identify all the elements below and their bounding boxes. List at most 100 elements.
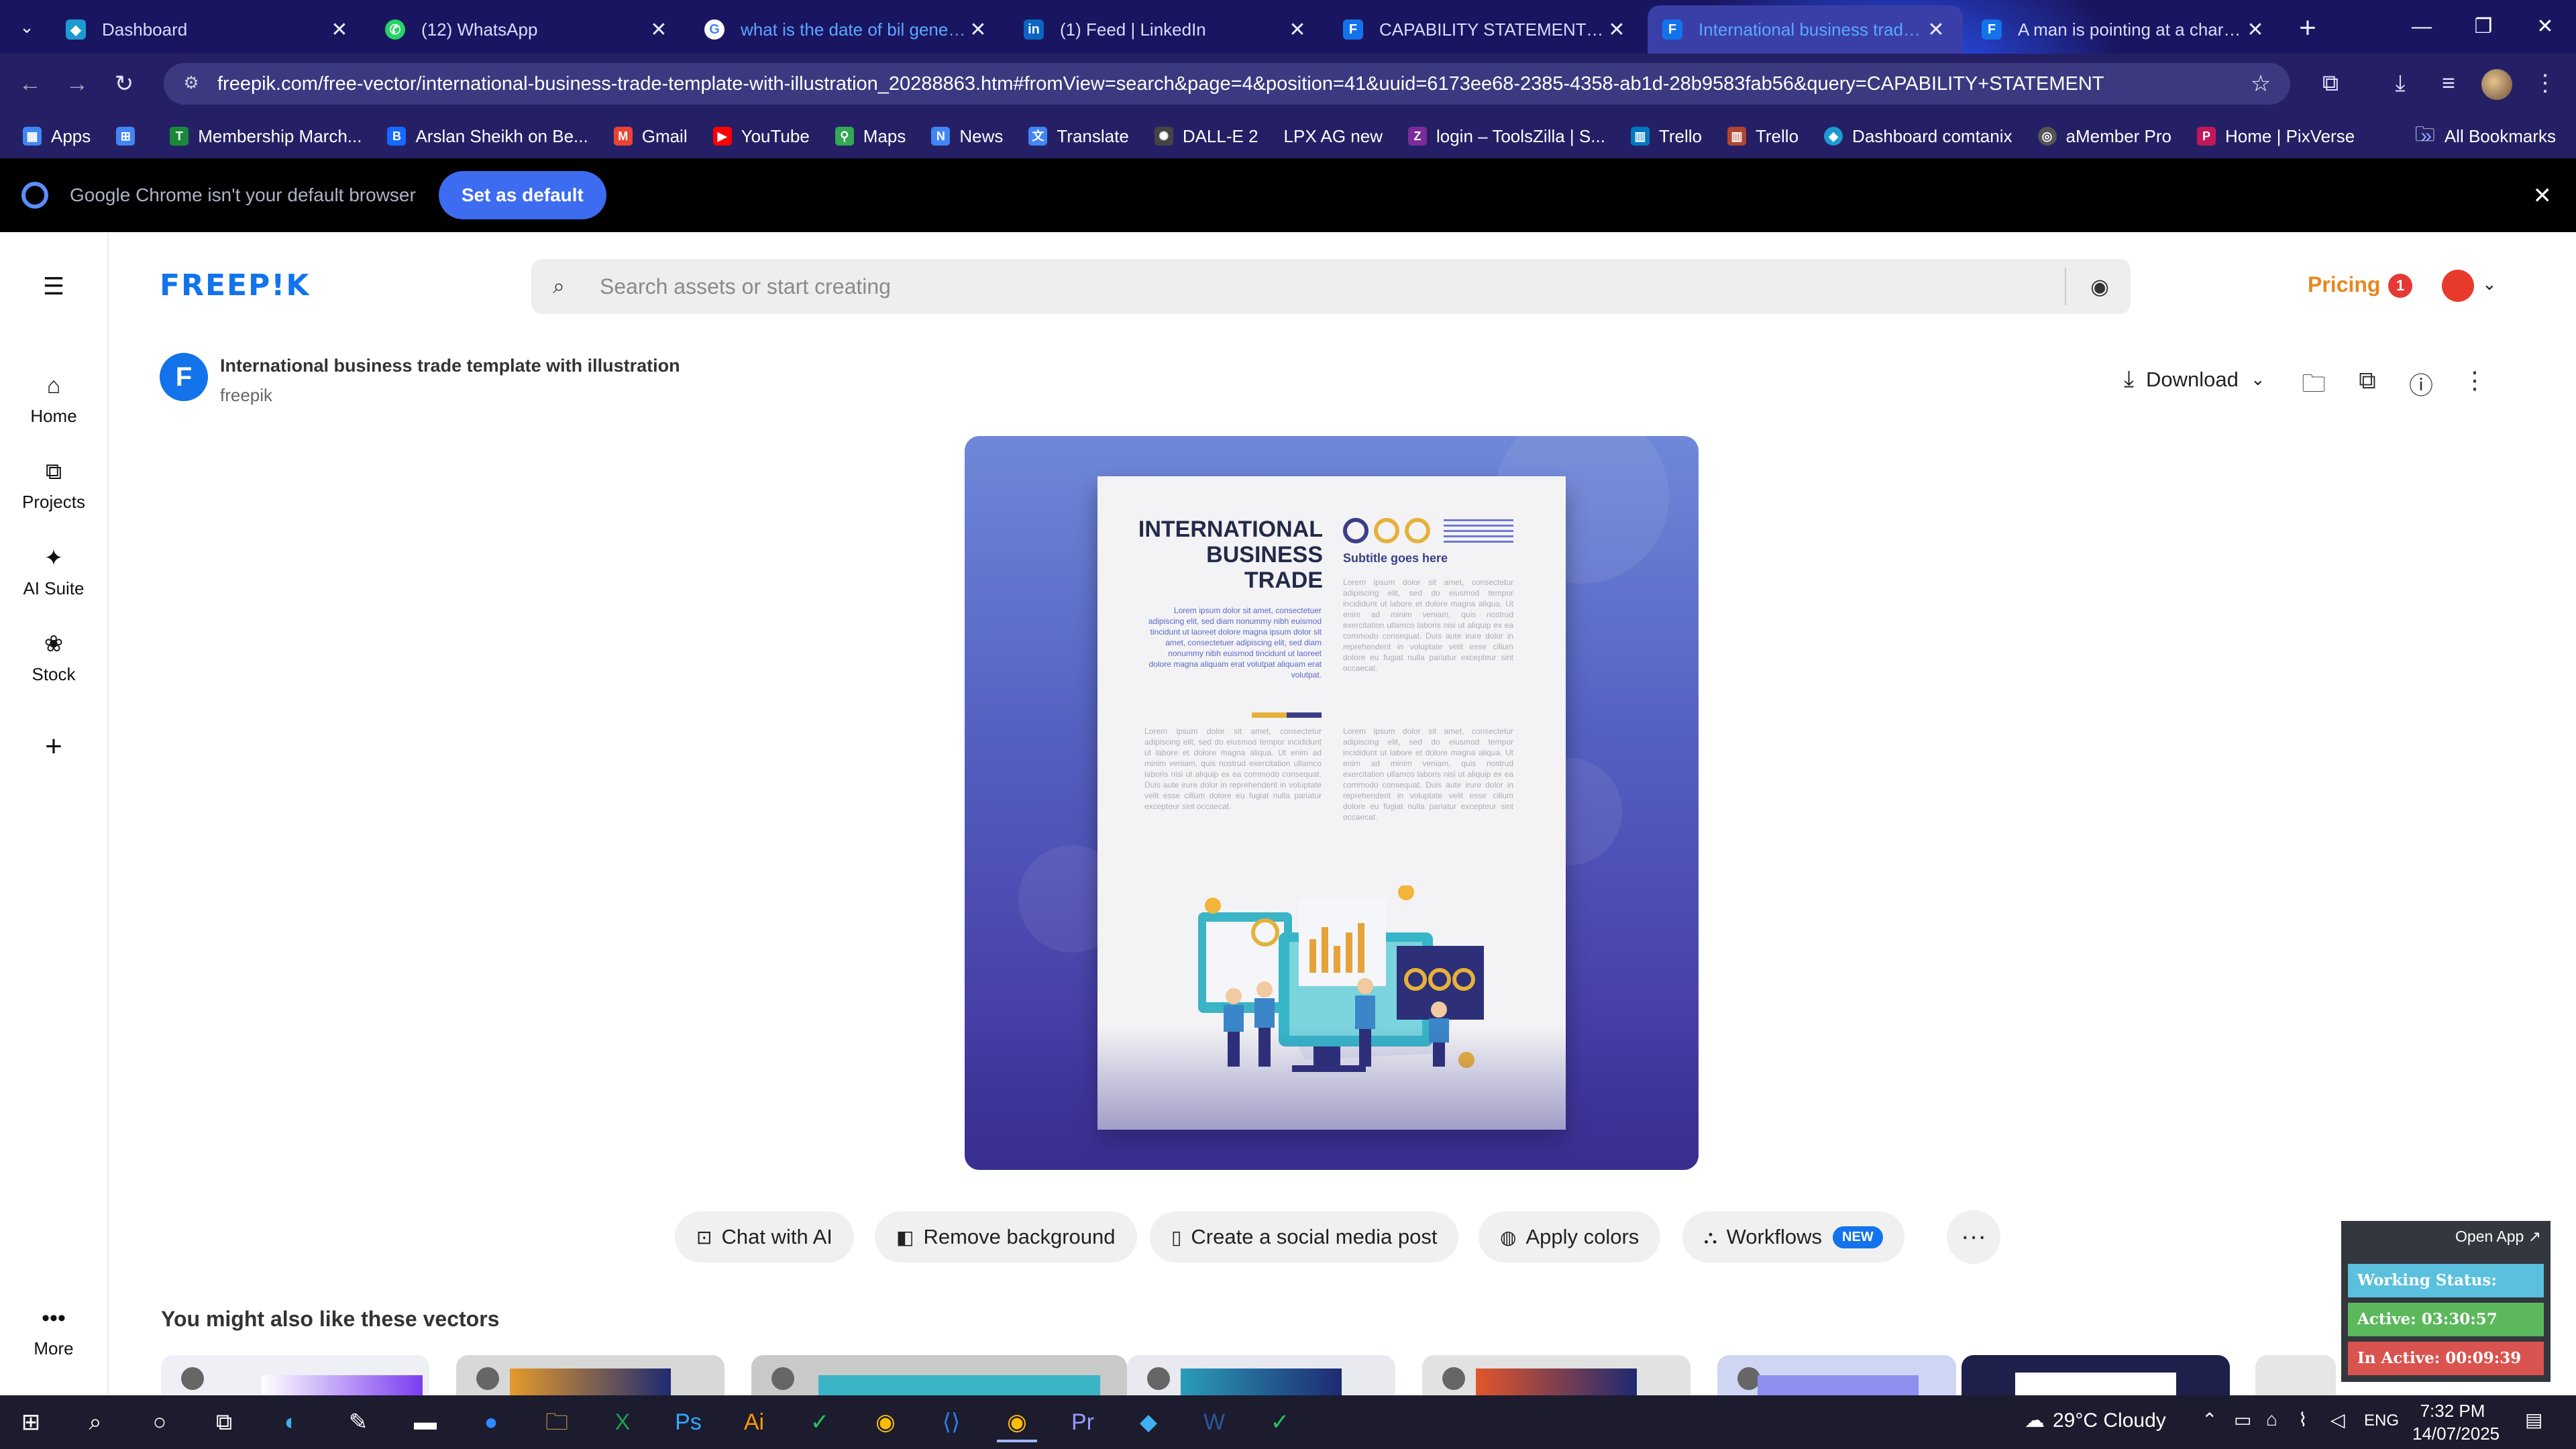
chrome-active-icon[interactable]: ◉	[997, 1402, 1037, 1442]
sidebar-item-ai-suite[interactable]: ✦ AI Suite	[0, 545, 107, 599]
infobar-close-icon[interactable]: ✕	[2533, 182, 2553, 209]
asset-preview[interactable]: INTERNATIONAL BUSINESS TRADE Subtitle go…	[965, 436, 1699, 1170]
hamburger-menu-icon[interactable]: ☰	[0, 272, 107, 301]
cortana-icon[interactable]: ○	[140, 1402, 180, 1442]
wifi-icon[interactable]: ⌇	[2298, 1409, 2308, 1431]
kebab-menu-icon[interactable]: ⋮	[2526, 64, 2564, 102]
save-to-project-icon[interactable]: ⧉	[2351, 366, 2384, 395]
similar-thumbnail[interactable]	[2255, 1355, 2336, 1395]
bookmark-amember[interactable]: ◎ aMember Pro	[2037, 126, 2171, 147]
language-indicator[interactable]: ENG	[2364, 1411, 2399, 1430]
bookmark-trello-2[interactable]: ▥ Trello	[1727, 126, 1799, 147]
close-icon[interactable]: ✕	[1605, 18, 1629, 42]
workflows-button[interactable]: ⛬ Workflows NEW	[1682, 1212, 1904, 1263]
close-icon[interactable]: ✕	[327, 18, 352, 42]
green-app-icon[interactable]: ✓	[1260, 1402, 1300, 1442]
bookmark-translate[interactable]: 文 Translate	[1028, 126, 1129, 147]
bookmark-lpx[interactable]: LPX AG new	[1284, 126, 1383, 147]
tab-search-chevron-icon[interactable]: ⌄	[12, 12, 42, 42]
window-close-icon[interactable]: ✕	[2514, 0, 2576, 54]
freepik-logo[interactable]: FREEP!K	[160, 268, 310, 303]
tab-capability-statement[interactable]: F CAPABILITY STATEMENT vector ✕	[1328, 5, 1644, 54]
chevron-down-icon[interactable]: ⌄	[2482, 274, 2497, 294]
author-avatar[interactable]: F	[160, 353, 208, 401]
pen-icon[interactable]: ✎	[338, 1402, 378, 1442]
notification-badge[interactable]: 1	[2388, 274, 2412, 298]
weather-widget[interactable]: ☁ 29°C Cloudy	[2025, 1409, 2166, 1432]
similar-thumbnail[interactable]	[161, 1355, 429, 1395]
bookmark-apps[interactable]: ▦ Apps	[23, 126, 91, 147]
bookmark-dalle[interactable]: ✺ DALL-E 2	[1154, 126, 1258, 147]
tab-google-search[interactable]: G what is the date of bil generati ✕	[690, 5, 1005, 54]
excel-icon[interactable]: X	[602, 1402, 643, 1442]
url-text[interactable]: freepik.com/free-vector/international-bu…	[217, 73, 2247, 95]
tab-international-business-trade[interactable]: F International business trade te ✕	[1648, 5, 1963, 54]
bookmark-star-icon[interactable]: ☆	[2247, 70, 2274, 97]
more-actions-button[interactable]: …	[1947, 1210, 2000, 1264]
illustrator-icon[interactable]: Ai	[734, 1402, 774, 1442]
search-input[interactable]: Search assets or start creating	[600, 274, 2065, 299]
tab-man-pointing-chart[interactable]: F A man is pointing at a chart th ✕	[1967, 5, 2282, 54]
sidebar-item-projects[interactable]: ⧉ Projects	[0, 459, 107, 513]
set-as-default-button[interactable]: Set as default	[438, 171, 606, 219]
photoshop-icon[interactable]: Ps	[668, 1402, 708, 1442]
remove-background-button[interactable]: ◧ Remove background	[875, 1212, 1137, 1263]
app-diamond-icon[interactable]: ◆	[1128, 1402, 1169, 1442]
file-explorer-icon[interactable]: 🗀	[537, 1402, 577, 1442]
apply-colors-button[interactable]: ◍ Apply colors	[1479, 1212, 1661, 1263]
back-arrow-icon[interactable]: ←	[13, 67, 47, 101]
bookmark-maps[interactable]: ⚲ Maps	[835, 126, 906, 147]
windows-start-icon[interactable]: ⊞	[11, 1402, 51, 1442]
similar-thumbnail[interactable]	[1717, 1355, 1956, 1395]
reload-icon[interactable]: ↻	[107, 67, 141, 101]
bookmark-trello-1[interactable]: ▥ Trello	[1630, 126, 1702, 147]
tab-whatsapp[interactable]: ✆ (12) WhatsApp ✕	[370, 5, 686, 54]
add-to-collection-icon[interactable]: 🗀	[2297, 366, 2330, 407]
terminal-icon[interactable]: ▬	[405, 1402, 445, 1442]
bookmark-news[interactable]: N News	[931, 126, 1003, 147]
similar-thumbnail[interactable]	[1127, 1355, 1395, 1395]
similar-thumbnail[interactable]	[1962, 1355, 2230, 1395]
similar-thumbnail[interactable]	[456, 1355, 724, 1395]
sidebar-item-stock[interactable]: ❀ Stock	[0, 631, 107, 685]
search-bar[interactable]: ⌕ Search assets or start creating ◉	[531, 259, 2131, 314]
whatsapp-like-app-icon[interactable]: ✓	[800, 1402, 840, 1442]
camera-search-icon[interactable]: ◉	[2090, 274, 2109, 299]
search-icon[interactable]: ⌕	[75, 1402, 115, 1442]
open-app-link[interactable]: Open App ↗	[2455, 1228, 2541, 1246]
new-tab-plus-icon[interactable]: +	[2288, 8, 2328, 48]
restore-icon[interactable]: ❐	[2453, 0, 2514, 54]
similar-thumbnail[interactable]	[1422, 1355, 1690, 1395]
kebab-menu-icon[interactable]: ⋮	[2458, 366, 2491, 394]
meet-now-icon[interactable]: ▭	[2234, 1409, 2251, 1431]
bookmark-comtanix[interactable]: ◆ Dashboard comtanix	[1824, 126, 2012, 147]
bookmark-gmail[interactable]: M Gmail	[613, 126, 688, 147]
volume-icon[interactable]: ◁	[2330, 1409, 2345, 1431]
bookmark-behance[interactable]: B Arslan Sheikh on Be...	[387, 126, 588, 147]
all-bookmarks[interactable]: 🗀 All Bookmarks	[2415, 114, 2556, 158]
extensions-icon[interactable]: ⧉	[2312, 64, 2349, 102]
notification-center-icon[interactable]: ▤	[2525, 1409, 2542, 1431]
bookmark-toolszilla[interactable]: Zlogin – ToolsZilla | S...	[1407, 126, 1605, 147]
media-queue-icon[interactable]: ≡	[2430, 64, 2467, 102]
minimize-icon[interactable]: —	[2391, 0, 2453, 54]
address-bar[interactable]: ⚙ freepik.com/free-vector/international-…	[164, 63, 2290, 105]
site-info-icon[interactable]: ⚙	[180, 72, 203, 95]
word-icon[interactable]: W	[1194, 1402, 1234, 1442]
close-icon[interactable]: ✕	[1285, 18, 1309, 42]
close-icon[interactable]: ✕	[1924, 18, 1948, 42]
tab-dashboard[interactable]: ◆ Dashboard ✕	[51, 5, 366, 54]
premiere-icon[interactable]: Pr	[1063, 1402, 1103, 1442]
create-social-media-post-button[interactable]: ▯ Create a social media post	[1150, 1212, 1459, 1263]
download-button[interactable]: ⤓ Download ⌄	[2124, 366, 2265, 392]
profile-avatar[interactable]	[2478, 64, 2516, 102]
clock[interactable]: 7:32 PM 14/07/2025	[2412, 1399, 2500, 1445]
bookmark-youtube[interactable]: ▶ YouTube	[712, 126, 810, 147]
edge-icon[interactable]: ◐	[271, 1402, 311, 1442]
chat-with-ai-button[interactable]: ⊡ Chat with AI	[675, 1212, 854, 1263]
pricing-link[interactable]: Pricing	[2308, 272, 2380, 297]
close-icon[interactable]: ✕	[647, 18, 671, 42]
vscode-icon[interactable]: ⟨⟩	[931, 1402, 971, 1442]
close-icon[interactable]: ✕	[966, 18, 990, 42]
task-view-icon[interactable]: ⧉	[204, 1402, 244, 1442]
